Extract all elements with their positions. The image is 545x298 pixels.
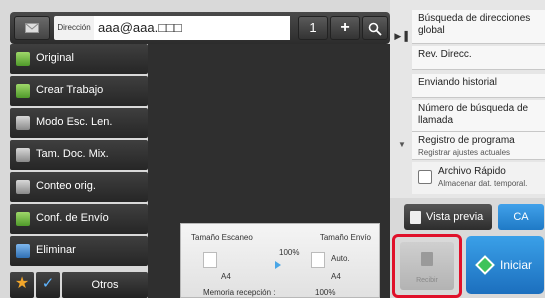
scan-info-panel: Tamaño Escaneo Tamaño Envío 100% Auto. A… xyxy=(180,223,380,298)
search-button[interactable] xyxy=(362,16,388,40)
sidebar-item-slow-scan[interactable]: Modo Esc. Len. xyxy=(10,108,148,138)
original-icon xyxy=(16,52,30,66)
sidebar-item-label: Conteo orig. xyxy=(36,180,96,192)
memory-label: Memoria recepción : xyxy=(203,288,276,297)
scroll-down-button[interactable]: ▼ xyxy=(396,140,408,152)
erase-icon xyxy=(16,244,30,258)
sidebar-item-label: Original xyxy=(36,52,74,64)
sidebar-item-label: Tam. Doc. Mix. xyxy=(36,148,109,160)
address-review-label: Rev. Direcc. xyxy=(418,49,472,60)
quick-file-checkbox[interactable] xyxy=(418,170,432,184)
search-number-call-label: Número de búsqueda de llamada xyxy=(418,103,529,126)
sidebar-item-label: Conf. de Envío xyxy=(36,212,109,224)
slow-scan-icon xyxy=(16,116,30,130)
sidebar-item-label: Crear Trabajo xyxy=(36,84,104,96)
program-register-item[interactable]: Registro de programa Registrar ajustes a… xyxy=(412,132,545,160)
clear-all-button[interactable]: CA xyxy=(498,204,544,230)
send-paper-size: A4 xyxy=(331,272,341,281)
search-icon xyxy=(368,22,382,36)
star-icon: ★ xyxy=(14,275,30,292)
address-bar: Dirección aaa@aaa.□□□ 1 + xyxy=(10,12,390,44)
sidebar-item-job-build[interactable]: Crear Trabajo xyxy=(10,76,148,106)
triangle-down-icon: ▼ xyxy=(398,140,406,149)
sending-history-item[interactable]: Enviando historial xyxy=(412,74,545,98)
job-build-icon xyxy=(16,84,30,98)
send-settings-icon xyxy=(16,212,30,226)
memory-value: 100% xyxy=(315,288,336,297)
envelope-icon xyxy=(25,23,39,33)
play-arrow-icon: ▶▐ xyxy=(394,31,408,41)
quick-file-option[interactable]: Archivo Rápido Almacenar dat. temporal. xyxy=(412,162,545,194)
sidebar-item-original-count[interactable]: Conteo orig. xyxy=(10,172,148,202)
address-input[interactable]: aaa@aaa.□□□ xyxy=(94,16,290,40)
sidebar-item-label: Eliminar xyxy=(36,244,76,256)
others-button[interactable]: Otros xyxy=(62,272,148,298)
preview-label: Vista previa xyxy=(426,211,484,223)
global-address-search-item[interactable]: Búsqueda de direcciones global xyxy=(412,10,545,44)
ratio-value: 100% xyxy=(279,248,300,257)
preview-icon xyxy=(410,211,421,224)
check-button[interactable]: ✓ xyxy=(36,272,60,298)
quick-file-label: Archivo Rápido xyxy=(438,166,506,177)
program-register-label: Registro de programa xyxy=(418,135,515,146)
start-diamond-icon xyxy=(475,255,495,275)
mixed-size-icon xyxy=(16,148,30,162)
receive-label: Recibir xyxy=(416,277,438,284)
search-number-call-item[interactable]: Número de búsqueda de llamada xyxy=(412,100,545,132)
arrow-right-icon xyxy=(275,261,281,269)
receive-highlight: Recibir xyxy=(392,234,462,298)
preview-button[interactable]: Vista previa xyxy=(404,204,492,230)
send-page-icon xyxy=(311,252,325,268)
scan-size-label: Tamaño Escaneo xyxy=(191,233,253,242)
bottom-bar: ★ ✓ Otros xyxy=(10,272,148,298)
start-button[interactable]: Iniciar xyxy=(466,236,544,294)
receive-icon xyxy=(421,252,433,266)
sidebar-item-erase[interactable]: Eliminar xyxy=(10,236,148,266)
add-address-button[interactable]: + xyxy=(330,16,360,40)
checkmark-icon: ✓ xyxy=(41,275,55,292)
address-review-item[interactable]: Rev. Direcc. xyxy=(412,46,545,70)
start-label: Iniciar xyxy=(500,258,533,272)
sidebar: Original Crear Trabajo Modo Esc. Len. Ta… xyxy=(10,44,148,268)
original-count-icon xyxy=(16,180,30,194)
send-mode-value: Auto. xyxy=(331,254,350,263)
scan-paper-size: A4 xyxy=(221,272,231,281)
scan-page-icon xyxy=(203,252,217,268)
receive-button[interactable]: Recibir xyxy=(400,242,454,290)
sidebar-item-send-settings[interactable]: Conf. de Envío xyxy=(10,204,148,234)
program-register-sub: Registrar ajustes actuales xyxy=(418,148,511,157)
sidebar-item-label: Modo Esc. Len. xyxy=(36,116,113,128)
sending-history-label: Enviando historial xyxy=(418,77,497,88)
address-label: Dirección xyxy=(54,16,94,40)
expand-panel-button[interactable]: ▶▐ xyxy=(393,24,409,48)
global-address-search-label: Búsqueda de direcciones global xyxy=(418,13,531,36)
favorite-button[interactable]: ★ xyxy=(10,272,34,298)
send-size-label: Tamaño Envío xyxy=(319,233,371,242)
address-count-button[interactable]: 1 xyxy=(298,16,328,40)
sidebar-item-original[interactable]: Original xyxy=(10,44,148,74)
address-book-button[interactable] xyxy=(14,16,50,40)
quick-file-sub: Almacenar dat. temporal. xyxy=(438,179,528,188)
sidebar-item-mixed-size[interactable]: Tam. Doc. Mix. xyxy=(10,140,148,170)
